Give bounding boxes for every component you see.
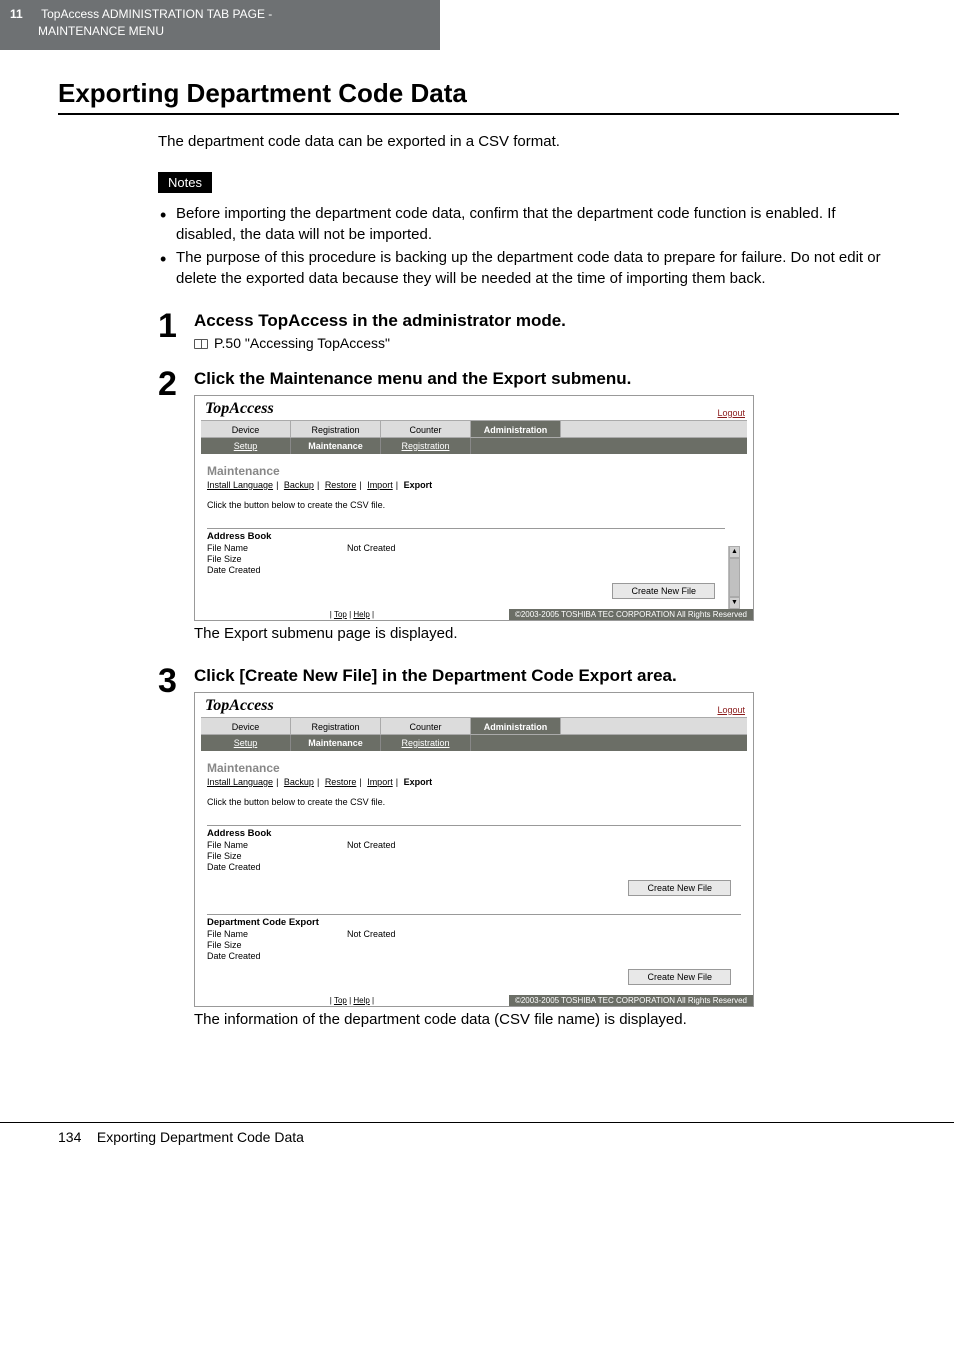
chapter-header: 11 TopAccess ADMINISTRATION TAB PAGE - M… bbox=[0, 0, 440, 50]
step-1-title: Access TopAccess in the administrator mo… bbox=[194, 311, 899, 331]
notes-label: Notes bbox=[158, 172, 212, 193]
value-file-name: Not Created bbox=[347, 929, 396, 939]
value-file-name: Not Created bbox=[347, 840, 396, 850]
tab-registration[interactable]: Registration bbox=[291, 718, 381, 734]
maintenance-heading: Maintenance bbox=[207, 464, 741, 478]
link-backup[interactable]: Backup bbox=[284, 480, 314, 490]
main-tabs: Device Registration Counter Administrati… bbox=[201, 717, 747, 735]
label-file-name: File Name bbox=[207, 840, 347, 850]
copyright-text: ©2003-2005 TOSHIBA TEC CORPORATION All R… bbox=[509, 609, 753, 620]
chapter-number: 11 bbox=[10, 6, 38, 23]
footer-links: | Top | Help | bbox=[195, 610, 509, 619]
create-new-file-button[interactable]: Create New File bbox=[612, 583, 715, 599]
tab-administration[interactable]: Administration bbox=[471, 718, 561, 734]
export-description: Click the button below to create the CSV… bbox=[207, 797, 741, 807]
page-number: 134 bbox=[58, 1129, 81, 1145]
label-file-size: File Size bbox=[207, 554, 347, 564]
tab-device[interactable]: Device bbox=[201, 718, 291, 734]
label-file-size: File Size bbox=[207, 851, 347, 861]
logout-link[interactable]: Logout bbox=[717, 408, 745, 418]
notes-list: Before importing the department code dat… bbox=[158, 203, 899, 289]
step-3: 3 Click [Create New File] in the Departm… bbox=[158, 664, 899, 1042]
link-restore[interactable]: Restore bbox=[325, 777, 357, 787]
page-footer: 134 Exporting Department Code Data bbox=[0, 1122, 954, 1175]
logout-link[interactable]: Logout bbox=[717, 705, 745, 715]
label-file-name: File Name bbox=[207, 929, 347, 939]
tab-counter[interactable]: Counter bbox=[381, 421, 471, 437]
subtab-registration[interactable]: Registration bbox=[381, 735, 471, 751]
step-3-title: Click [Create New File] in the Departmen… bbox=[194, 666, 899, 686]
section-address-book: Address Book bbox=[207, 828, 741, 839]
label-date-created: Date Created bbox=[207, 951, 347, 961]
export-description: Click the button below to create the CSV… bbox=[207, 500, 741, 510]
maintenance-heading: Maintenance bbox=[207, 761, 741, 775]
screenshot-dept-code-export: TopAccess Logout Device Registration Cou… bbox=[194, 692, 754, 1007]
label-file-size: File Size bbox=[207, 940, 347, 950]
link-import[interactable]: Import bbox=[367, 777, 393, 787]
step-2-caption: The Export submenu page is displayed. bbox=[194, 625, 899, 642]
footer-title: Exporting Department Code Data bbox=[97, 1129, 304, 1145]
subtab-maintenance[interactable]: Maintenance bbox=[291, 438, 381, 454]
maintenance-links: Install Language| Backup| Restore| Impor… bbox=[207, 480, 741, 490]
tab-administration[interactable]: Administration bbox=[471, 421, 561, 437]
scroll-up-icon[interactable]: ▲ bbox=[729, 546, 740, 558]
link-import[interactable]: Import bbox=[367, 480, 393, 490]
step-2: 2 Click the Maintenance menu and the Exp… bbox=[158, 367, 899, 656]
label-file-name: File Name bbox=[207, 543, 347, 553]
label-date-created: Date Created bbox=[207, 862, 347, 872]
label-date-created: Date Created bbox=[207, 565, 347, 575]
top-link[interactable]: Top bbox=[334, 610, 347, 619]
link-restore[interactable]: Restore bbox=[325, 480, 357, 490]
link-install-language[interactable]: Install Language bbox=[207, 777, 273, 787]
step-number: 1 bbox=[158, 309, 194, 343]
help-link[interactable]: Help bbox=[353, 610, 369, 619]
scroll-down-icon[interactable]: ▼ bbox=[729, 597, 740, 609]
page-title: Exporting Department Code Data bbox=[58, 78, 899, 109]
note-item: Before importing the department code dat… bbox=[158, 203, 899, 245]
sub-tabs: Setup Maintenance Registration bbox=[201, 438, 747, 454]
link-backup[interactable]: Backup bbox=[284, 777, 314, 787]
intro-paragraph: The department code data can be exported… bbox=[158, 133, 899, 150]
note-item: The purpose of this procedure is backing… bbox=[158, 247, 899, 289]
footer-links: | Top | Help | bbox=[195, 996, 509, 1005]
link-export[interactable]: Export bbox=[404, 480, 433, 490]
subtab-maintenance[interactable]: Maintenance bbox=[291, 735, 381, 751]
subtab-registration[interactable]: Registration bbox=[381, 438, 471, 454]
tab-device[interactable]: Device bbox=[201, 421, 291, 437]
topaccess-logo: TopAccess bbox=[205, 697, 274, 715]
create-new-file-button[interactable]: Create New File bbox=[628, 969, 731, 985]
value-file-name: Not Created bbox=[347, 543, 396, 553]
step-number: 3 bbox=[158, 664, 194, 698]
chapter-title-line1: TopAccess ADMINISTRATION TAB PAGE - bbox=[41, 7, 272, 21]
help-link[interactable]: Help bbox=[353, 996, 369, 1005]
step-1: 1 Access TopAccess in the administrator … bbox=[158, 309, 899, 359]
create-new-file-button[interactable]: Create New File bbox=[628, 880, 731, 896]
subtab-setup[interactable]: Setup bbox=[201, 438, 291, 454]
section-address-book: Address Book bbox=[207, 531, 725, 542]
step-2-title: Click the Maintenance menu and the Expor… bbox=[194, 369, 899, 389]
tab-counter[interactable]: Counter bbox=[381, 718, 471, 734]
screenshot-export-submenu: TopAccess Logout Device Registration Cou… bbox=[194, 395, 754, 621]
section-dept-code-export: Department Code Export bbox=[207, 917, 741, 928]
book-icon bbox=[194, 339, 208, 349]
tab-registration[interactable]: Registration bbox=[291, 421, 381, 437]
scrollbar[interactable]: ▲ ▼ bbox=[728, 546, 740, 609]
maintenance-links: Install Language| Backup| Restore| Impor… bbox=[207, 777, 741, 787]
chapter-title-line2: MAINTENANCE MENU bbox=[38, 24, 164, 38]
title-divider bbox=[58, 113, 899, 115]
step-number: 2 bbox=[158, 367, 194, 401]
link-export[interactable]: Export bbox=[404, 777, 433, 787]
topaccess-logo: TopAccess bbox=[205, 400, 274, 418]
main-tabs: Device Registration Counter Administrati… bbox=[201, 420, 747, 438]
subtab-setup[interactable]: Setup bbox=[201, 735, 291, 751]
sub-tabs: Setup Maintenance Registration bbox=[201, 735, 747, 751]
link-install-language[interactable]: Install Language bbox=[207, 480, 273, 490]
scroll-thumb[interactable] bbox=[729, 558, 740, 597]
top-link[interactable]: Top bbox=[334, 996, 347, 1005]
step-3-caption: The information of the department code d… bbox=[194, 1011, 899, 1028]
step-1-reference: P.50 "Accessing TopAccess" bbox=[194, 335, 899, 351]
copyright-text: ©2003-2005 TOSHIBA TEC CORPORATION All R… bbox=[509, 995, 753, 1006]
